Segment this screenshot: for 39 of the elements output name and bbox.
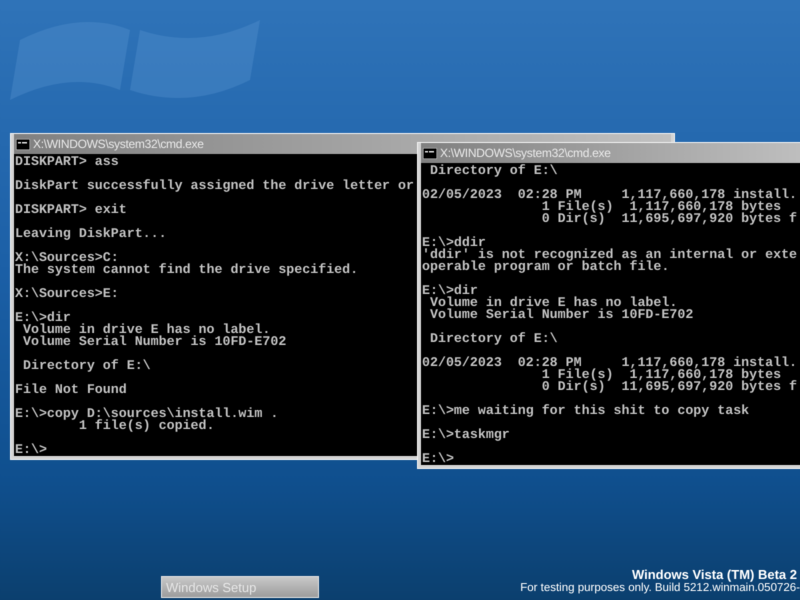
console-line: E:\> [422, 453, 454, 465]
console-line: Volume Serial Number is 10FD-E702 [428, 309, 694, 321]
console-line: Volume Serial Number is 10FD-E702 [22, 336, 286, 348]
build-title: Windows Vista (TM) Beta 2 [630, 567, 798, 582]
console-line: E:\>copy D:\sources\install.wim . [15, 408, 278, 420]
console-line: E:\>taskmgr [422, 429, 510, 441]
console-line: E:\>ddir [422, 237, 486, 249]
console-line: Volume in drive E has no label. [22, 324, 270, 336]
console-icon [16, 138, 30, 150]
console-line: 1 file(s) copied. [78, 420, 214, 432]
console-line: Directory of E:\ [428, 333, 558, 345]
console-line: operable program or batch file. [422, 261, 670, 273]
console-line: 0 Dir(s) 11,695,697,920 bytes f [540, 213, 798, 225]
console-line: Leaving DiskPart... [15, 228, 167, 240]
console-line: X:\Sources>C: [15, 252, 119, 264]
console-line: Directory of E:\ [22, 360, 151, 372]
console-line: 'ddir' is not recognized as an internal or exte [422, 249, 798, 261]
console-line: DISKPART> exit [15, 204, 127, 216]
console-line: 1 File(s) 1,117,660,178 bytes [540, 201, 782, 213]
build-info: For testing purposes only. Build 5212.winmain.050726- [520, 582, 800, 594]
console-line: X:\Sources>E: [15, 288, 119, 300]
console-icon [423, 148, 437, 158]
console-line: 02/05/2023 02:28 PM 1,117,660,178 install. [422, 189, 798, 201]
window-title: X:\WINDOWS\system32\cmd.exe [33, 137, 204, 151]
console-line: 02/05/2023 02:28 PM 1,117,660,178 install. [422, 357, 798, 369]
console-line: E:\>dir [422, 285, 478, 297]
window-title: X:\WINDOWS\system32\cmd.exe [440, 146, 611, 160]
taskbar-button[interactable]: Windows Setup [161, 576, 319, 598]
console-line: Directory of E:\ [428, 165, 558, 177]
console-line: E:\>me waiting for this shit to copy task [422, 405, 750, 417]
console-line: Volume in drive E has no label. [428, 297, 678, 309]
console-line: The system cannot find the drive specified. [15, 264, 358, 276]
console-line: 1 File(s) 1,117,660,178 bytes [540, 369, 782, 381]
console-line: E:\>dir [15, 312, 71, 324]
console-line: E:\> [15, 444, 47, 456]
console-line: File Not Found [15, 384, 127, 396]
console-line: 0 Dir(s) 11,695,697,920 bytes f [540, 381, 798, 393]
console-line: DISKPART> ass [15, 156, 119, 168]
console-line: DiskPart successfully assigned the drive letter or [15, 180, 414, 192]
